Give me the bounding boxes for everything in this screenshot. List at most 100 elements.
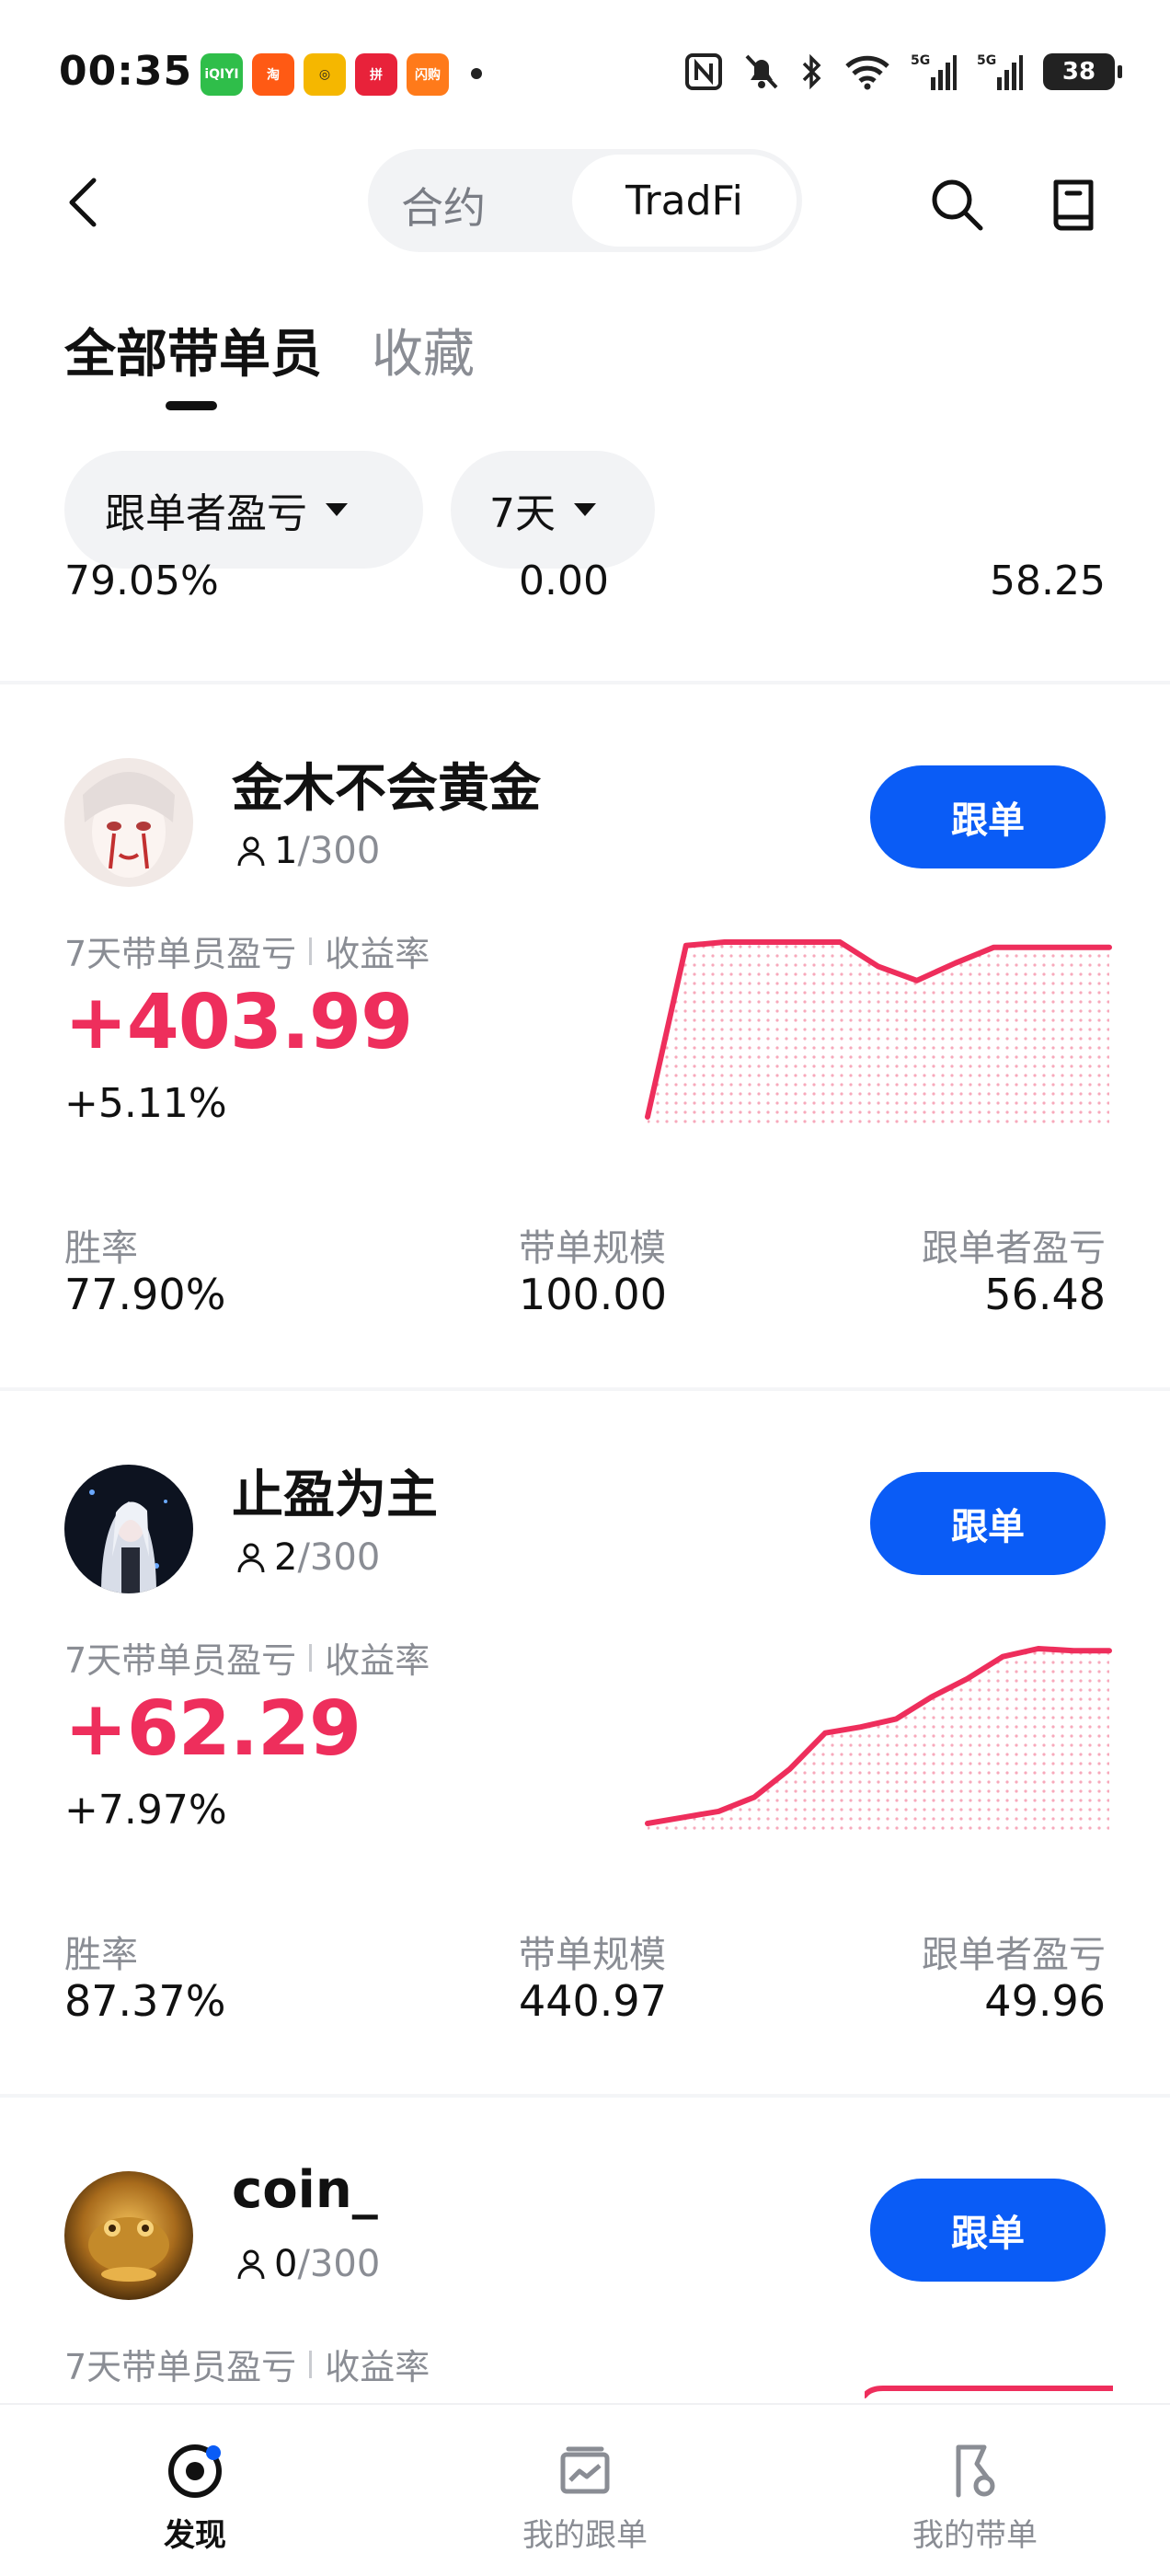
follow-button[interactable]: 跟单 (870, 1472, 1106, 1575)
chart-board-icon (560, 2446, 610, 2494)
nav-my-follows[interactable]: 我的跟单 (390, 2405, 780, 2576)
nav-my-leads[interactable]: 我的带单 (780, 2405, 1170, 2576)
scale-label: 带单规模 (519, 1934, 666, 1976)
trader-avatar[interactable] (64, 2171, 193, 2300)
trader-card[interactable]: coin_ 0/300 跟单 7天带单员盈亏 收益率 (0, 2098, 1170, 2403)
caret-down-icon (326, 503, 348, 516)
status-bar: 00:35 iQIYI 淘 ◎ 拼 闪购 5G 5G 38 (0, 0, 1170, 147)
tab-all-traders[interactable]: 全部带单员 (64, 313, 322, 387)
partial-win-rate: 79.05% (64, 563, 219, 604)
sort-filter-dropdown[interactable]: 跟单者盈亏 (64, 451, 423, 569)
iqiyi-app-icon: iQIYI (201, 53, 243, 96)
follower-pnl-label: 跟单者盈亏 (922, 1934, 1106, 1976)
trader-name: 止盈为主 (232, 1466, 438, 1525)
pnl-sparkline-partial (865, 2386, 1113, 2398)
system-icons: 5G 5G 38 (684, 52, 1122, 92)
trader-pnl: +62.29 (64, 1685, 361, 1773)
bottom-navigation: 发现 我的跟单 我的带单 (0, 2403, 1170, 2576)
follower-pnl-value: 56.48 (984, 1270, 1106, 1319)
partial-scale: 0.00 (519, 563, 609, 604)
roi-label: 收益率 (325, 2347, 430, 2387)
wifi-icon (845, 55, 889, 90)
signal-5g-icon-2: 5G (977, 53, 1023, 90)
win-rate-value: 87.37% (64, 1976, 226, 2026)
period-filter-dropdown[interactable]: 7天 (451, 451, 655, 569)
pnl-roi-label: 7天带单员盈亏 收益率 (64, 1632, 430, 1683)
follower-current: 0 (274, 2243, 298, 2285)
follower-max: /300 (297, 2243, 381, 2285)
trader-avatar[interactable] (64, 1465, 193, 1593)
market-segment-control: 合约 TradFi (368, 149, 802, 252)
trader-pnl: +403.99 (64, 979, 413, 1066)
partial-follower-pnl: 58.25 (990, 563, 1106, 604)
flag-badge-icon (956, 2444, 995, 2498)
active-tab-indicator (166, 401, 217, 410)
pnl-label: 7天带单员盈亏 (64, 2347, 297, 2387)
scale-value: 440.97 (519, 1976, 667, 2026)
status-time: 00:35 (59, 48, 193, 95)
discover-icon (168, 2444, 222, 2498)
label-separator (309, 2350, 313, 2378)
mute-icon (745, 54, 778, 89)
svg-text:5G: 5G (977, 53, 996, 68)
taobao-app-icon: 淘 (252, 53, 294, 96)
trader-avatar[interactable] (64, 758, 193, 887)
nav-discover[interactable]: 发现 (0, 2405, 390, 2576)
more-notifications-dot (471, 68, 482, 79)
sparkline-area (648, 1649, 1109, 1833)
pnl-label: 7天带单员盈亏 (64, 1640, 297, 1681)
period-filter-label: 7天 (489, 490, 556, 537)
svg-text:5G: 5G (911, 53, 930, 68)
label-separator (309, 1643, 313, 1672)
back-arrow-icon[interactable] (63, 175, 107, 230)
partial-trader-stats: 79.05% 0.00 58.25 (0, 563, 1170, 683)
follow-button[interactable]: 跟单 (870, 2179, 1106, 2282)
trader-roi: +7.97% (64, 1787, 227, 1834)
pnl-sparkline (645, 1646, 1112, 1833)
nav-my-follows-label: 我的跟单 (522, 2517, 648, 2554)
follow-button[interactable]: 跟单 (870, 765, 1106, 868)
follower-current: 1 (274, 830, 298, 872)
trader-card[interactable]: 金木不会黄金 1/300 跟单 7天带单员盈亏 收益率 +403.99 +5.11… (0, 684, 1170, 1384)
trader-roi: +5.11% (64, 1080, 227, 1127)
search-icon[interactable] (927, 175, 986, 234)
follower-current: 2 (274, 1536, 298, 1579)
pnl-label: 7天带单员盈亏 (64, 934, 297, 974)
win-rate-label: 胜率 (64, 1934, 138, 1976)
trader-card[interactable]: 止盈为主 2/300 跟单 7天带单员盈亏 收益率 +62.29 +7.97% 胜… (0, 1391, 1170, 2090)
bluetooth-icon (802, 53, 821, 90)
follower-count: 0/300 (235, 2243, 380, 2285)
scale-label: 带单规模 (519, 1227, 666, 1270)
person-icon (237, 836, 265, 867)
sort-filter-label: 跟单者盈亏 (105, 490, 307, 537)
follower-max: /300 (297, 830, 381, 872)
guide-book-icon[interactable] (1045, 175, 1104, 234)
app-icon: ◎ (304, 53, 346, 96)
taobao-flash-app-icon: 闪购 (407, 53, 449, 96)
label-separator (309, 937, 313, 965)
win-rate-label: 胜率 (64, 1227, 138, 1270)
trader-name: coin_ (232, 2160, 378, 2220)
nfc-icon (685, 53, 722, 90)
segment-contract[interactable]: 合约 (401, 175, 486, 236)
caret-down-icon (574, 503, 596, 516)
roi-label: 收益率 (325, 1640, 430, 1681)
pnl-sparkline (645, 939, 1112, 1126)
scale-value: 100.00 (519, 1270, 667, 1319)
follower-pnl-label: 跟单者盈亏 (922, 1227, 1106, 1270)
win-rate-value: 77.90% (64, 1270, 226, 1319)
nav-discover-label: 发现 (164, 2517, 226, 2554)
person-icon (237, 2249, 265, 2280)
segment-tradfi[interactable]: TradFi (572, 155, 797, 247)
pinduoduo-app-icon: 拼 (355, 53, 397, 96)
notification-app-icons: iQIYI 淘 ◎ 拼 闪购 (201, 53, 449, 96)
battery-indicator: 38 (1043, 53, 1122, 90)
trader-name: 金木不会黄金 (232, 759, 541, 819)
follower-max: /300 (297, 1536, 381, 1579)
pnl-roi-label: 7天带单员盈亏 收益率 (64, 926, 430, 976)
follower-count: 2/300 (235, 1536, 380, 1579)
tab-favorites[interactable]: 收藏 (372, 313, 475, 387)
follower-pnl-value: 49.96 (984, 1976, 1106, 2026)
person-icon (237, 1543, 265, 1573)
nav-my-leads-label: 我的带单 (912, 2517, 1038, 2554)
